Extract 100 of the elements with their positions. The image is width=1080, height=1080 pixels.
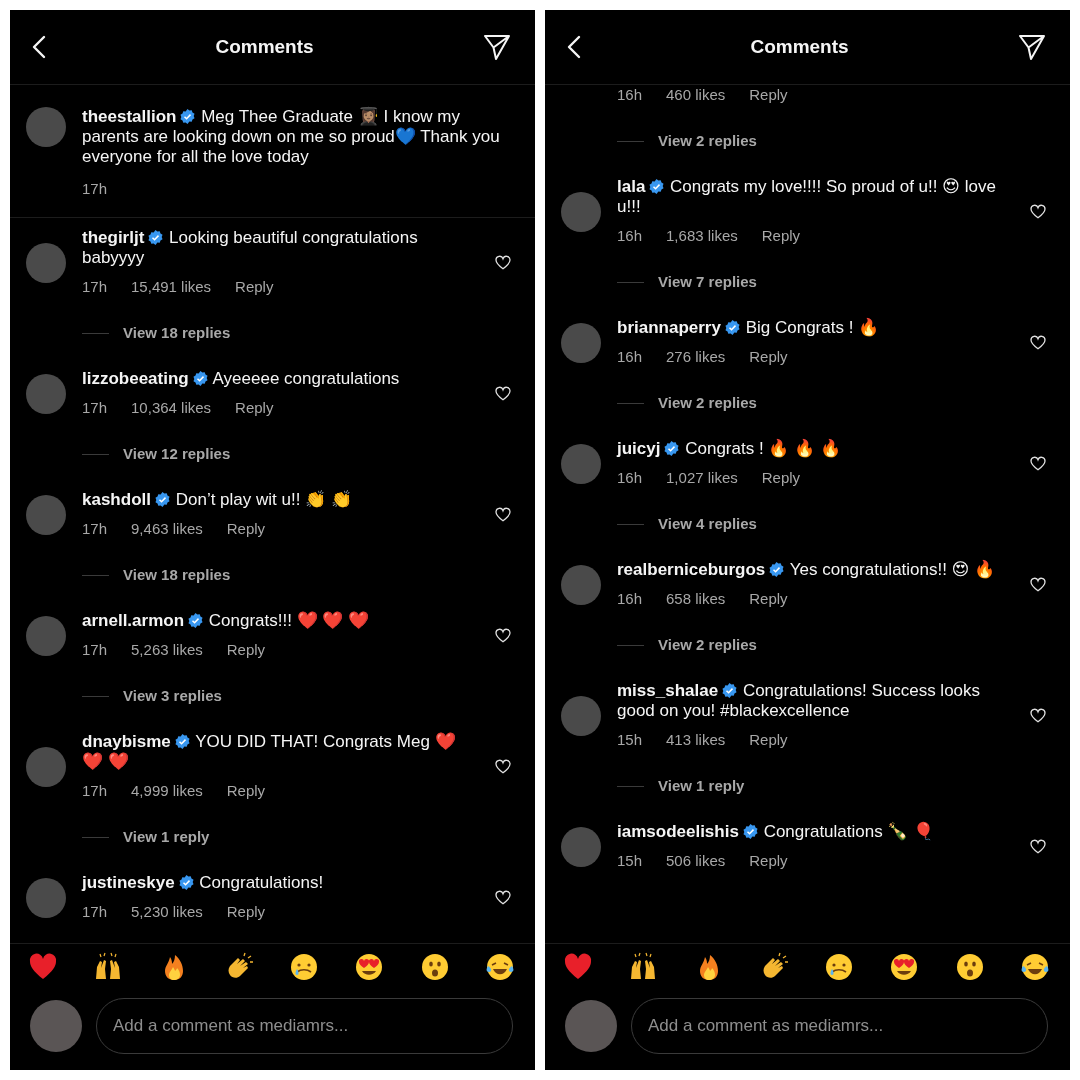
- likes-count[interactable]: 1,683 likes: [666, 226, 738, 246]
- comment-time: 16h: [617, 226, 643, 246]
- reply-link[interactable]: Reply: [749, 851, 788, 871]
- likes-count[interactable]: 5,230 likes: [131, 902, 203, 922]
- heart-icon: [1030, 577, 1046, 592]
- reply-link[interactable]: Reply: [761, 226, 801, 246]
- view-replies-link[interactable]: View 18 replies: [123, 323, 231, 343]
- reply-link[interactable]: Reply: [749, 85, 788, 105]
- likes-count[interactable]: 276 likes: [666, 347, 726, 367]
- heart-icon: [1030, 335, 1046, 350]
- likes-count[interactable]: 506 likes: [666, 851, 726, 871]
- heart-icon[interactable]: [563, 952, 593, 982]
- view-replies-link[interactable]: View 18 replies: [123, 565, 231, 585]
- back-chevron-icon: [567, 35, 581, 59]
- laughing-tears-face-icon[interactable]: [484, 952, 515, 982]
- comment-text: lala Congrats my love!!!! So proud of u!! 😍 love u!!!: [617, 177, 997, 217]
- comment-text: realberniceburgos Yes congratulations!! 😍 🔥: [617, 560, 997, 580]
- paper-plane-icon: [1018, 34, 1046, 60]
- comment-time: 17h: [82, 781, 108, 801]
- heart-icon: [1030, 839, 1046, 854]
- view-replies-link[interactable]: View 2 replies: [658, 635, 757, 655]
- screen-title: Comments: [215, 35, 314, 59]
- heart-eyes-face-icon[interactable]: [354, 952, 385, 982]
- heart-icon: [495, 890, 511, 905]
- heart-icon: [1030, 456, 1046, 471]
- reply-link[interactable]: Reply: [235, 277, 274, 297]
- view-replies-link[interactable]: View 2 replies: [658, 393, 757, 413]
- send-button[interactable]: [1018, 34, 1046, 60]
- heart-icon: [495, 386, 511, 401]
- heart-icon: [495, 255, 511, 270]
- reply-link[interactable]: Reply: [749, 589, 788, 609]
- paper-plane-icon: [483, 34, 511, 60]
- reply-link[interactable]: Reply: [226, 902, 266, 922]
- view-replies-link[interactable]: View 1 reply: [123, 827, 210, 847]
- comment-time: 16h: [617, 589, 643, 609]
- crying-face-icon[interactable]: [824, 952, 855, 982]
- likes-count[interactable]: 5,263 likes: [131, 640, 203, 660]
- caption-time: 17h: [82, 180, 108, 197]
- user-avatar: [565, 1000, 617, 1052]
- comment-field[interactable]: Add a comment as mediamrs...: [631, 998, 1048, 1054]
- comment-text: theestallion Meg Thee Graduate 👩🏽‍🎓 I know my parents are looking down on me so proud💙 Thank you everyone for all the love today: [82, 107, 501, 167]
- likes-count[interactable]: 413 likes: [666, 730, 726, 750]
- view-replies-link[interactable]: View 4 replies: [658, 514, 757, 534]
- view-replies-link[interactable]: View 3 replies: [123, 686, 222, 706]
- back-button[interactable]: [32, 35, 46, 59]
- comment-time: 15h: [617, 730, 643, 750]
- reply-link[interactable]: Reply: [226, 781, 266, 801]
- comment-time: 17h: [82, 640, 108, 660]
- back-button[interactable]: [567, 35, 581, 59]
- likes-count[interactable]: 10,364 likes: [131, 398, 212, 418]
- view-replies-link[interactable]: View 7 replies: [658, 272, 757, 292]
- heart-icon: [495, 759, 511, 774]
- reply-link[interactable]: Reply: [226, 519, 266, 539]
- comment-text: dnaybisme YOU DID THAT! Congrats Meg ❤ ❤ ❤: [82, 732, 457, 772]
- crying-face-icon[interactable]: [289, 952, 320, 982]
- comment-text: justineskye Congratulations!: [82, 873, 325, 893]
- likes-count[interactable]: 658 likes: [666, 589, 726, 609]
- heart-eyes-face-icon[interactable]: [889, 952, 920, 982]
- comment-field[interactable]: Add a comment as mediamrs...: [96, 998, 513, 1054]
- view-replies-link[interactable]: View 1 reply: [658, 776, 745, 796]
- view-replies-link[interactable]: View 2 replies: [658, 131, 757, 151]
- surprised-face-icon[interactable]: [954, 952, 985, 982]
- comment-text: miss_shalae Congratulations! Success looks good on you! #blackexcellence: [617, 681, 982, 721]
- comment-text: thegirljt Looking beautiful congratulations babyyyy: [82, 228, 419, 268]
- comment-time: 17h: [82, 519, 108, 539]
- likes-count[interactable]: 15,491 likes: [131, 277, 212, 297]
- comment-text: juicyj Congrats ! 🔥 🔥 🔥: [617, 439, 842, 459]
- comment-text: arnell.armon Congrats!!! ❤ ❤ ❤: [82, 611, 371, 631]
- comment-time: 16h: [617, 468, 643, 488]
- heart-icon: [1030, 708, 1046, 723]
- likes-count[interactable]: 4,999 likes: [131, 781, 203, 801]
- comment-time: 17h: [82, 398, 108, 418]
- comment-time: 16h: [617, 347, 643, 367]
- reply-link[interactable]: Reply: [235, 398, 274, 418]
- reply-link[interactable]: Reply: [749, 347, 788, 367]
- comment-time: 16h: [617, 85, 643, 105]
- reply-link[interactable]: Reply: [226, 640, 266, 660]
- comment-text: kashdoll Don’t play wit u!! 👏 👏: [82, 490, 353, 510]
- back-chevron-icon: [32, 35, 46, 59]
- comment-time: 17h: [82, 277, 108, 297]
- comment-time: 17h: [82, 902, 108, 922]
- likes-count[interactable]: 1,027 likes: [666, 468, 738, 488]
- reply-link[interactable]: Reply: [761, 468, 801, 488]
- reply-link[interactable]: Reply: [749, 730, 788, 750]
- comment-text: lizzobeeating Ayeeeee congratulations: [82, 369, 401, 389]
- surprised-face-icon[interactable]: [419, 952, 450, 982]
- heart-icon: [495, 628, 511, 643]
- heart-icon[interactable]: [28, 952, 58, 982]
- user-avatar: [30, 1000, 82, 1052]
- likes-count[interactable]: 460 likes: [666, 85, 726, 105]
- comment-text: briannaperry Big Congrats ! 🔥: [617, 318, 881, 338]
- view-replies-link[interactable]: View 12 replies: [123, 444, 231, 464]
- likes-count[interactable]: 9,463 likes: [131, 519, 203, 539]
- screen-title: Comments: [750, 35, 849, 59]
- send-button[interactable]: [483, 34, 511, 60]
- heart-icon: [495, 507, 511, 522]
- heart-icon: [1030, 204, 1046, 219]
- comment-time: 15h: [617, 851, 643, 871]
- laughing-tears-face-icon[interactable]: [1019, 952, 1050, 982]
- comment-text: iamsodeelishis Congratulations 🍾 🎈: [617, 822, 936, 842]
